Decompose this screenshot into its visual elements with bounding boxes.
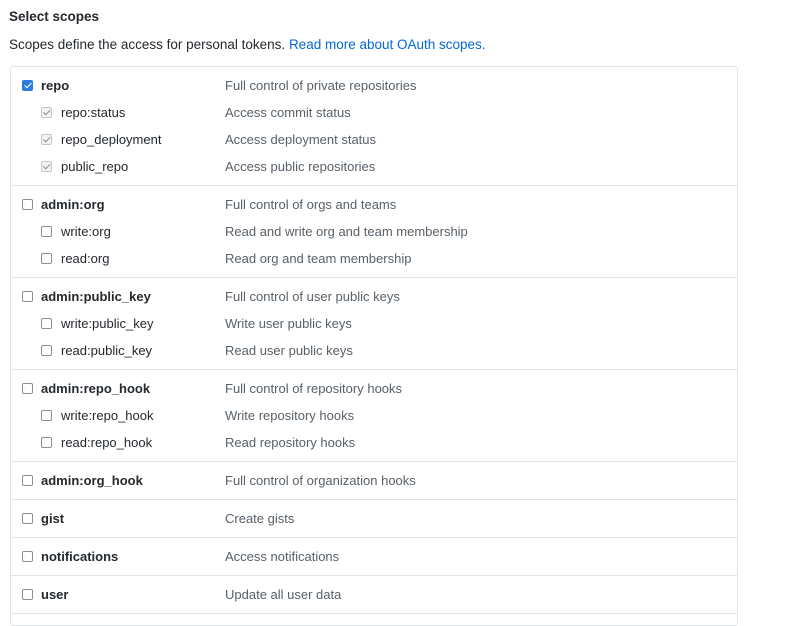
scope-name[interactable]: admin:org_hook bbox=[41, 473, 143, 488]
scope-name[interactable]: write:public_key bbox=[61, 316, 154, 331]
scope-name[interactable]: notifications bbox=[41, 549, 118, 564]
scope-description: Access public repositories bbox=[225, 159, 376, 174]
scope-name[interactable]: read:repo_hook bbox=[61, 435, 152, 450]
scope-row: admin:org Full control of orgs and teams bbox=[11, 192, 737, 219]
scope-group-admin-public-key: admin:public_key Full control of user pub… bbox=[11, 278, 737, 370]
scope-checkbox[interactable] bbox=[22, 551, 33, 562]
scope-checkbox[interactable] bbox=[22, 199, 33, 210]
scope-checkbox[interactable] bbox=[41, 226, 52, 237]
scope-row: user Update all user data bbox=[11, 582, 737, 609]
scope-name[interactable]: write:org bbox=[61, 224, 111, 239]
scope-group-notifications: notifications Access notifications bbox=[11, 538, 737, 576]
scope-name[interactable]: gist bbox=[41, 511, 64, 526]
scope-row: repo:status Access commit status bbox=[11, 100, 737, 127]
scope-group-repo: repo Full control of private repositories… bbox=[11, 67, 737, 186]
select-scopes-section: Select scopes Scopes define the access f… bbox=[0, 0, 795, 626]
scope-group-admin-org: admin:org Full control of orgs and teams w… bbox=[11, 186, 737, 278]
scope-name[interactable]: admin:public_key bbox=[41, 289, 151, 304]
scope-checkbox[interactable] bbox=[22, 80, 33, 91]
scope-row: read:org Read org and team membership bbox=[11, 246, 737, 273]
scope-row: read:public_key Read user public keys bbox=[11, 338, 737, 365]
scope-name[interactable]: user bbox=[41, 587, 68, 602]
section-description: Scopes define the access for personal to… bbox=[9, 37, 486, 52]
scope-checkbox[interactable] bbox=[41, 437, 52, 448]
scope-description: Write repository hooks bbox=[225, 408, 355, 423]
scope-row: repo_deployment Access deployment status bbox=[11, 127, 737, 154]
scope-row: read:repo_hook Read repository hooks bbox=[11, 430, 737, 457]
scope-checkbox[interactable] bbox=[22, 383, 33, 394]
scope-group-user: user Update all user data bbox=[11, 576, 737, 614]
scope-group-admin-repo-hook: admin:repo_hook Full control of repositor… bbox=[11, 370, 737, 462]
scope-name[interactable]: admin:org bbox=[41, 197, 105, 212]
scope-checkbox[interactable] bbox=[22, 589, 33, 600]
scope-checkbox[interactable] bbox=[41, 134, 52, 145]
scope-name[interactable]: read:org bbox=[61, 251, 109, 266]
scope-name[interactable]: admin:repo_hook bbox=[41, 381, 150, 396]
scopes-list: repo Full control of private repositories… bbox=[10, 66, 738, 626]
scope-row: gist Create gists bbox=[11, 506, 737, 533]
section-title: Select scopes bbox=[9, 9, 100, 24]
scope-row: admin:repo_hook Full control of repositor… bbox=[11, 376, 737, 403]
scope-description: Read user public keys bbox=[225, 343, 353, 358]
scope-name[interactable]: write:repo_hook bbox=[61, 408, 154, 423]
scope-name[interactable]: read:public_key bbox=[61, 343, 152, 358]
scope-name[interactable]: repo_deployment bbox=[61, 132, 161, 147]
scope-description: Access notifications bbox=[225, 549, 340, 564]
scope-group-gist: gist Create gists bbox=[11, 500, 737, 538]
scope-row: write:org Read and write org and team mem… bbox=[11, 219, 737, 246]
scope-description: Read repository hooks bbox=[225, 435, 356, 450]
scope-name[interactable]: repo:status bbox=[61, 105, 125, 120]
scope-description: Read org and team membership bbox=[225, 251, 412, 266]
scope-row: admin:org_hook Full control of organizati… bbox=[11, 468, 737, 495]
scope-description: Write user public keys bbox=[225, 316, 352, 331]
scope-checkbox[interactable] bbox=[22, 513, 33, 524]
scope-checkbox[interactable] bbox=[22, 475, 33, 486]
scope-checkbox[interactable] bbox=[41, 253, 52, 264]
scope-description: Full control of orgs and teams bbox=[225, 197, 397, 212]
scope-description: Full control of private repositories bbox=[225, 78, 417, 93]
scope-name[interactable]: repo bbox=[41, 78, 69, 93]
scope-description: Full control of user public keys bbox=[225, 289, 400, 304]
oauth-scopes-link[interactable]: Read more about OAuth scopes. bbox=[289, 37, 486, 52]
scope-row: notifications Access notifications bbox=[11, 544, 737, 571]
scope-name[interactable]: public_repo bbox=[61, 159, 128, 174]
scope-row: admin:public_key Full control of user pub… bbox=[11, 284, 737, 311]
scope-row: repo Full control of private repositories bbox=[11, 73, 737, 100]
scope-checkbox[interactable] bbox=[41, 318, 52, 329]
scope-description: Read and write org and team membership bbox=[225, 224, 468, 239]
scope-group-admin-org-hook: admin:org_hook Full control of organizati… bbox=[11, 462, 737, 500]
scope-description: Access commit status bbox=[225, 105, 351, 120]
scope-checkbox[interactable] bbox=[41, 161, 52, 172]
scope-checkbox[interactable] bbox=[41, 410, 52, 421]
scope-row: write:public_key Write user public keys bbox=[11, 311, 737, 338]
description-text: Scopes define the access for personal to… bbox=[9, 37, 286, 52]
scope-row: write:repo_hook Write repository hooks bbox=[11, 403, 737, 430]
scope-description: Access deployment status bbox=[225, 132, 377, 147]
scope-description: Full control of repository hooks bbox=[225, 381, 403, 396]
scope-checkbox[interactable] bbox=[22, 291, 33, 302]
scope-checkbox[interactable] bbox=[41, 107, 52, 118]
scope-description: Update all user data bbox=[225, 587, 342, 602]
scope-checkbox[interactable] bbox=[41, 345, 52, 356]
scope-description: Full control of organization hooks bbox=[225, 473, 416, 488]
scope-row: public_repo Access public repositories bbox=[11, 154, 737, 181]
scope-description: Create gists bbox=[225, 511, 295, 526]
